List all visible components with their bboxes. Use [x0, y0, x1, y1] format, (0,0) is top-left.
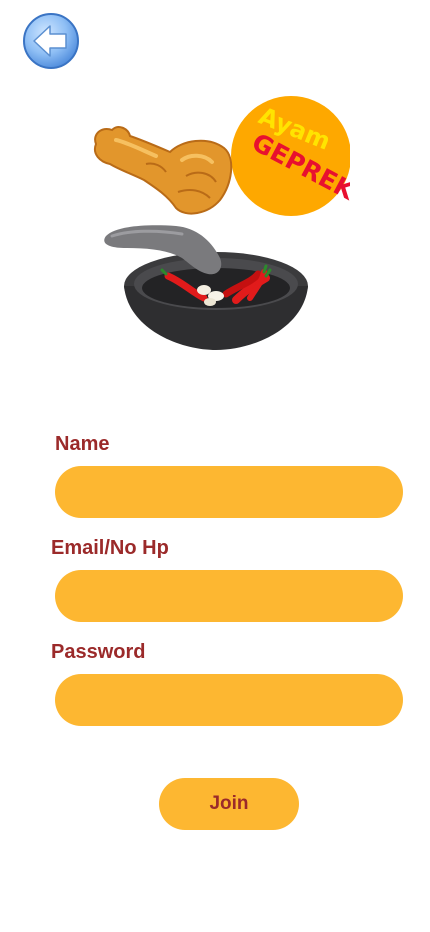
password-label: Password — [51, 641, 146, 663]
password-input[interactable] — [55, 674, 403, 726]
name-input[interactable] — [55, 466, 403, 518]
back-button[interactable] — [22, 12, 80, 70]
back-arrow-icon — [23, 13, 79, 69]
name-label: Name — [55, 433, 110, 455]
email-input[interactable] — [55, 570, 403, 622]
fried-chicken-icon — [94, 126, 233, 215]
ayam-geprek-logo: Ayam GEPREK — [86, 96, 350, 354]
join-button[interactable]: Join — [159, 778, 299, 830]
email-label: Email/No Hp — [51, 537, 169, 559]
